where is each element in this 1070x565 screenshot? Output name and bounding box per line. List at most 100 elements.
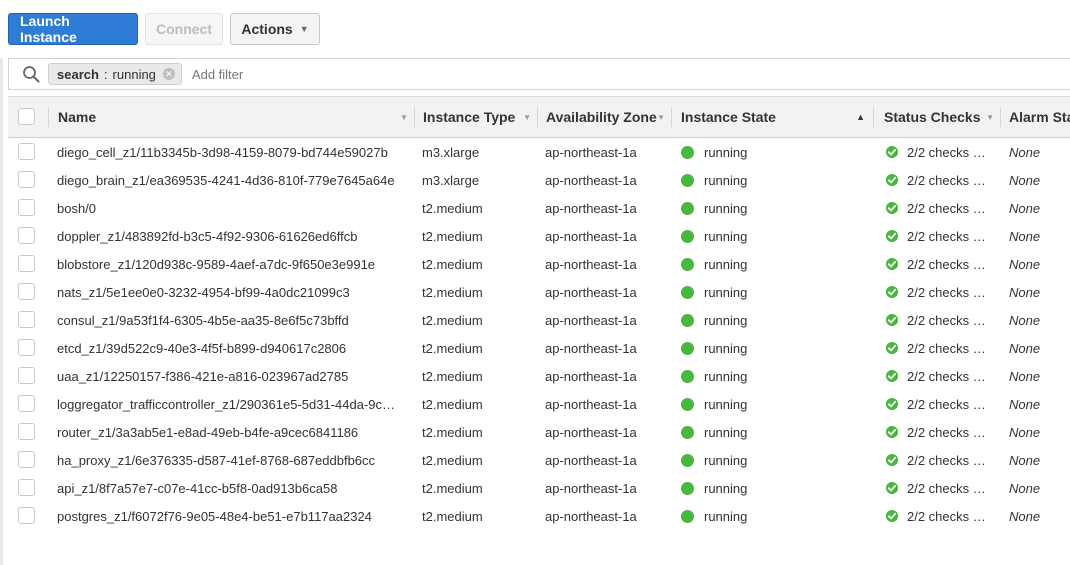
sort-icon: ▼ xyxy=(523,112,531,122)
filter-chip-search[interactable]: search : running ✕ xyxy=(48,63,182,85)
instance-name: consul_z1/9a53f1f4-6305-4b5e-aa35-8e6f5c… xyxy=(57,312,349,328)
status-checks[interactable]: 2/2 checks … xyxy=(885,194,986,222)
table-row[interactable]: doppler_z1/483892fd-b3c5-4f92-9306-61626… xyxy=(8,222,1070,250)
instance-name: doppler_z1/483892fd-b3c5-4f92-9306-61626… xyxy=(57,228,358,244)
connect-button[interactable]: Connect xyxy=(145,13,223,45)
instance-state: running xyxy=(681,474,747,502)
filter-chip-separator: : xyxy=(103,66,108,82)
status-checks[interactable]: 2/2 checks … xyxy=(885,390,986,418)
status-checks-label: 2/2 checks … xyxy=(907,480,986,496)
availability-zone: ap-northeast-1a xyxy=(545,228,637,244)
table-row[interactable]: consul_z1/9a53f1f4-6305-4b5e-aa35-8e6f5c… xyxy=(8,306,1070,334)
availability-zone: ap-northeast-1a xyxy=(545,368,637,384)
table-row[interactable]: diego_cell_z1/11b3345b-3d98-4159-8079-bd… xyxy=(8,138,1070,166)
alarm-status: None xyxy=(1009,340,1041,356)
availability-zone: ap-northeast-1a xyxy=(545,340,637,356)
status-checks[interactable]: 2/2 checks … xyxy=(885,138,986,166)
column-separator xyxy=(48,107,49,127)
running-status-icon xyxy=(681,229,694,243)
column-header-name[interactable]: Name ▼ xyxy=(58,97,414,137)
row-checkbox[interactable] xyxy=(18,255,35,272)
instance-state-label: running xyxy=(704,480,748,496)
row-checkbox[interactable] xyxy=(18,227,35,244)
table-row[interactable]: blobstore_z1/120d938c-9589-4aef-a7dc-9f6… xyxy=(8,250,1070,278)
column-header-instance-type[interactable]: Instance Type ▼ xyxy=(423,97,537,137)
table-row[interactable]: uaa_z1/12250157-f386-421e-a816-023967ad2… xyxy=(8,362,1070,390)
running-status-icon xyxy=(681,369,694,383)
row-checkbox[interactable] xyxy=(18,143,35,160)
filter-bar[interactable]: search : running ✕ xyxy=(8,58,1070,90)
table-row[interactable]: router_z1/3a3ab5e1-e8ad-49eb-b4fe-a9cec6… xyxy=(8,418,1070,446)
table-row[interactable]: diego_brain_z1/ea369535-4241-4d36-810f-7… xyxy=(8,166,1070,194)
add-filter-input[interactable] xyxy=(189,65,594,83)
running-status-icon xyxy=(681,173,694,187)
row-checkbox[interactable] xyxy=(18,451,35,468)
alarm-status: None xyxy=(1009,144,1041,160)
alarm-status: None xyxy=(1009,200,1041,216)
status-checks[interactable]: 2/2 checks … xyxy=(885,474,986,502)
row-checkbox[interactable] xyxy=(18,395,35,412)
status-checks-label: 2/2 checks … xyxy=(907,424,986,440)
row-checkbox[interactable] xyxy=(18,367,35,384)
table-row[interactable]: nats_z1/5e1ee0e0-3232-4954-bf99-4a0dc210… xyxy=(8,278,1070,306)
table-row[interactable]: postgres_z1/f6072f76-9e05-48e4-be51-e7b1… xyxy=(8,502,1070,530)
column-header-availability-zone[interactable]: Availability Zone ▼ xyxy=(546,97,671,137)
row-checkbox[interactable] xyxy=(18,479,35,496)
row-checkbox[interactable] xyxy=(18,199,35,216)
availability-zone: ap-northeast-1a xyxy=(545,452,637,468)
status-checks[interactable]: 2/2 checks … xyxy=(885,334,986,362)
toolbar: Launch Instance Connect Actions ▼ xyxy=(8,13,320,45)
select-all-checkbox[interactable] xyxy=(18,108,35,125)
row-checkbox[interactable] xyxy=(18,283,35,300)
column-header-alarm-status[interactable]: Alarm Sta xyxy=(1009,97,1070,137)
column-header-status-checks[interactable]: Status Checks ▼ xyxy=(884,97,1000,137)
sort-icon: ▼ xyxy=(657,112,665,122)
instance-type: t2.medium xyxy=(422,396,483,412)
actions-dropdown-button[interactable]: Actions ▼ xyxy=(230,13,320,45)
instance-name: router_z1/3a3ab5e1-e8ad-49eb-b4fe-a9cec6… xyxy=(57,424,359,440)
status-checks-label: 2/2 checks … xyxy=(907,200,986,216)
launch-instance-button[interactable]: Launch Instance xyxy=(8,13,138,45)
table-row[interactable]: bosh/0 t2.medium ap-northeast-1a running… xyxy=(8,194,1070,222)
table-row[interactable]: ha_proxy_z1/6e376335-d587-41ef-8768-687e… xyxy=(8,446,1070,474)
status-checks-label: 2/2 checks … xyxy=(907,312,986,328)
column-header-instance-state[interactable]: Instance State ▲ xyxy=(681,97,871,137)
running-status-icon xyxy=(681,481,694,495)
row-checkbox[interactable] xyxy=(18,339,35,356)
running-status-icon xyxy=(681,341,694,355)
row-checkbox[interactable] xyxy=(18,423,35,440)
status-checks[interactable]: 2/2 checks … xyxy=(885,250,986,278)
instance-state: running xyxy=(681,418,747,446)
status-checks[interactable]: 2/2 checks … xyxy=(885,166,986,194)
status-checks[interactable]: 2/2 checks … xyxy=(885,222,986,250)
table-row[interactable]: loggregator_trafficcontroller_z1/290361e… xyxy=(8,390,1070,418)
status-checks[interactable]: 2/2 checks … xyxy=(885,306,986,334)
running-status-icon xyxy=(681,397,694,411)
table-row[interactable]: etcd_z1/39d522c9-40e3-4f5f-b899-d940617c… xyxy=(8,334,1070,362)
status-checks[interactable]: 2/2 checks … xyxy=(885,446,986,474)
availability-zone: ap-northeast-1a xyxy=(545,396,637,412)
availability-zone: ap-northeast-1a xyxy=(545,172,637,188)
availability-zone: ap-northeast-1a xyxy=(545,480,637,496)
instance-state-label: running xyxy=(704,200,748,216)
instance-state: running xyxy=(681,194,747,222)
check-circle-icon xyxy=(886,146,898,158)
status-checks[interactable]: 2/2 checks … xyxy=(885,502,986,530)
instance-state: running xyxy=(681,334,747,362)
instance-type: t2.medium xyxy=(422,256,483,272)
instance-state: running xyxy=(681,306,747,334)
status-checks-label: 2/2 checks … xyxy=(907,172,986,188)
status-checks[interactable]: 2/2 checks … xyxy=(885,278,986,306)
remove-filter-icon[interactable]: ✕ xyxy=(162,68,175,80)
row-checkbox[interactable] xyxy=(18,171,35,188)
status-checks[interactable]: 2/2 checks … xyxy=(885,362,986,390)
availability-zone: ap-northeast-1a xyxy=(545,144,637,160)
instance-type: t2.medium xyxy=(422,508,483,524)
instance-state: running xyxy=(681,390,747,418)
status-checks-label: 2/2 checks … xyxy=(907,508,986,524)
alarm-status: None xyxy=(1009,368,1041,384)
row-checkbox[interactable] xyxy=(18,311,35,328)
row-checkbox[interactable] xyxy=(18,507,35,524)
status-checks[interactable]: 2/2 checks … xyxy=(885,418,986,446)
table-row[interactable]: api_z1/8f7a57e7-c07e-41cc-b5f8-0ad913b6c… xyxy=(8,474,1070,502)
